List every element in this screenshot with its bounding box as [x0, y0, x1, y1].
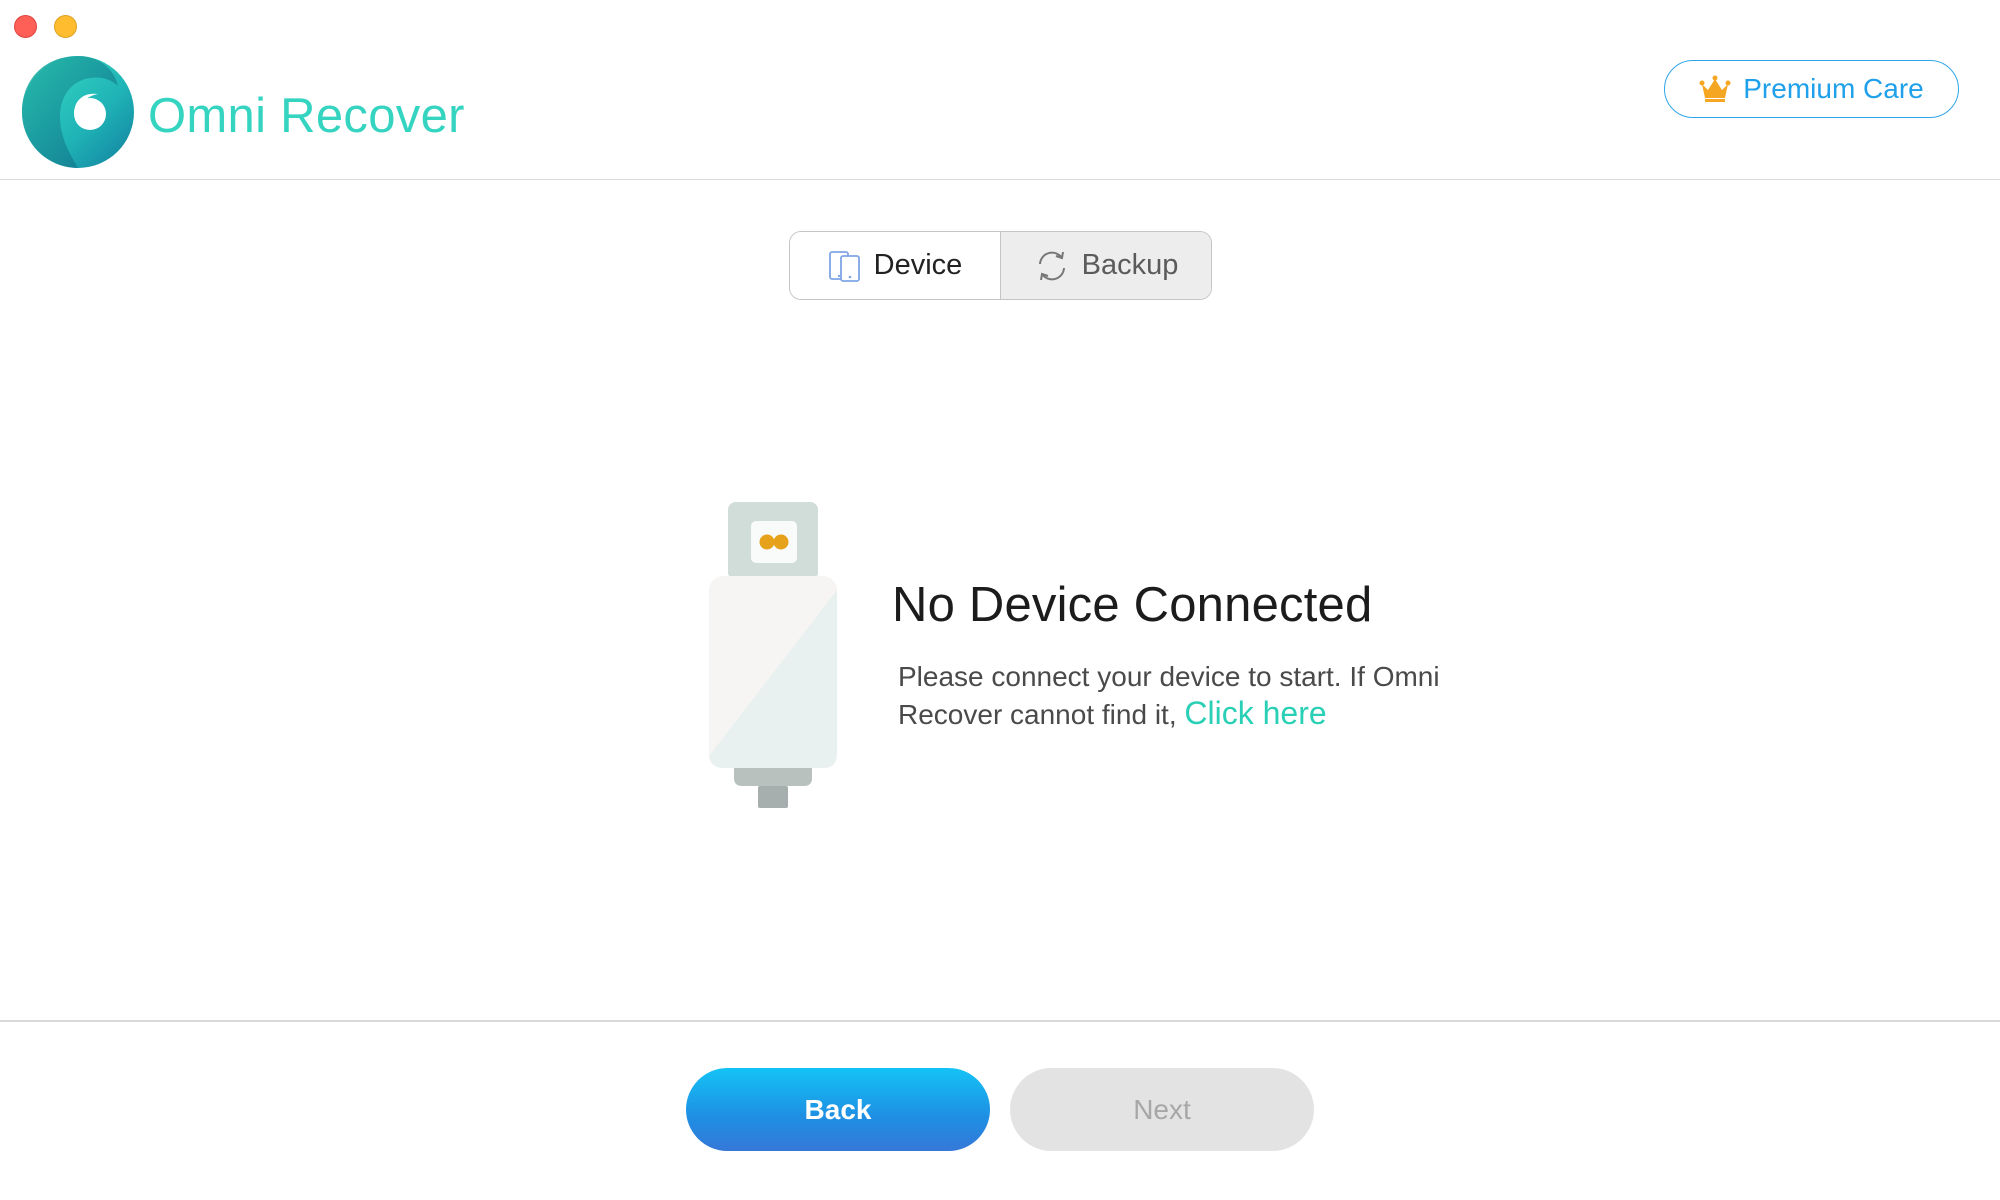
tab-backup-label: Backup — [1081, 249, 1179, 281]
premium-care-button[interactable]: Premium Care — [1664, 60, 1959, 118]
app-title: Omni Recover — [148, 89, 465, 143]
next-button[interactable]: Next — [1010, 1068, 1314, 1151]
no-device-body-text: Please connect your device to start. If … — [898, 661, 1440, 730]
no-device-message: Please connect your device to start. If … — [898, 658, 1458, 733]
omni-recover-logo-icon — [22, 56, 134, 168]
click-here-link[interactable]: Click here — [1184, 695, 1326, 731]
sync-icon — [1038, 251, 1065, 280]
tab-device[interactable]: Device — [790, 232, 1000, 299]
tab-backup[interactable]: Backup — [1000, 232, 1211, 299]
premium-care-label: Premium Care — [1743, 73, 1924, 104]
device-icon — [828, 250, 860, 282]
back-button[interactable]: Back — [686, 1068, 990, 1151]
app-header: Omni Recover Premium Care — [0, 0, 2000, 180]
crown-icon — [1699, 75, 1731, 102]
no-device-title: No Device Connected — [892, 578, 1373, 632]
usb-device-illustration — [709, 502, 837, 808]
footer-divider — [0, 1020, 2000, 1022]
tab-device-label: Device — [873, 249, 963, 281]
source-tabs: Device Backup — [789, 231, 1212, 300]
